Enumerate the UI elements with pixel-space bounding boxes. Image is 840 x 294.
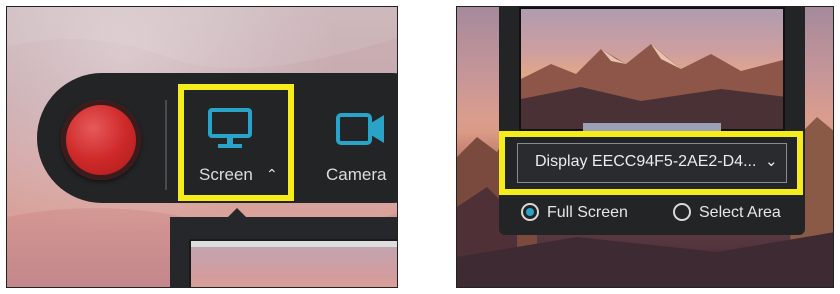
right-screenshot-panel: Display EECC94F5-2AE2-D4... ⌄ Full Scree… bbox=[456, 6, 834, 288]
screen-preview-thumbnail bbox=[189, 239, 397, 287]
display-highlight-box bbox=[499, 131, 803, 195]
preview-menubar bbox=[191, 241, 397, 247]
left-screenshot-panel: Screen ⌃ Camera bbox=[6, 6, 398, 288]
select-area-label[interactable]: Select Area bbox=[699, 204, 781, 222]
toolbar-divider bbox=[165, 100, 167, 190]
preview-dock bbox=[583, 123, 721, 131]
video-camera-icon bbox=[336, 113, 384, 145]
full-screen-radio[interactable] bbox=[521, 203, 539, 221]
preview-mountains bbox=[521, 44, 783, 129]
display-preview-thumbnail bbox=[519, 7, 785, 131]
record-button[interactable] bbox=[61, 100, 141, 180]
screen-highlight-box bbox=[178, 84, 294, 201]
full-screen-label[interactable]: Full Screen bbox=[547, 204, 628, 222]
select-area-radio[interactable] bbox=[673, 203, 691, 221]
camera-source-label: Camera bbox=[326, 165, 387, 184]
